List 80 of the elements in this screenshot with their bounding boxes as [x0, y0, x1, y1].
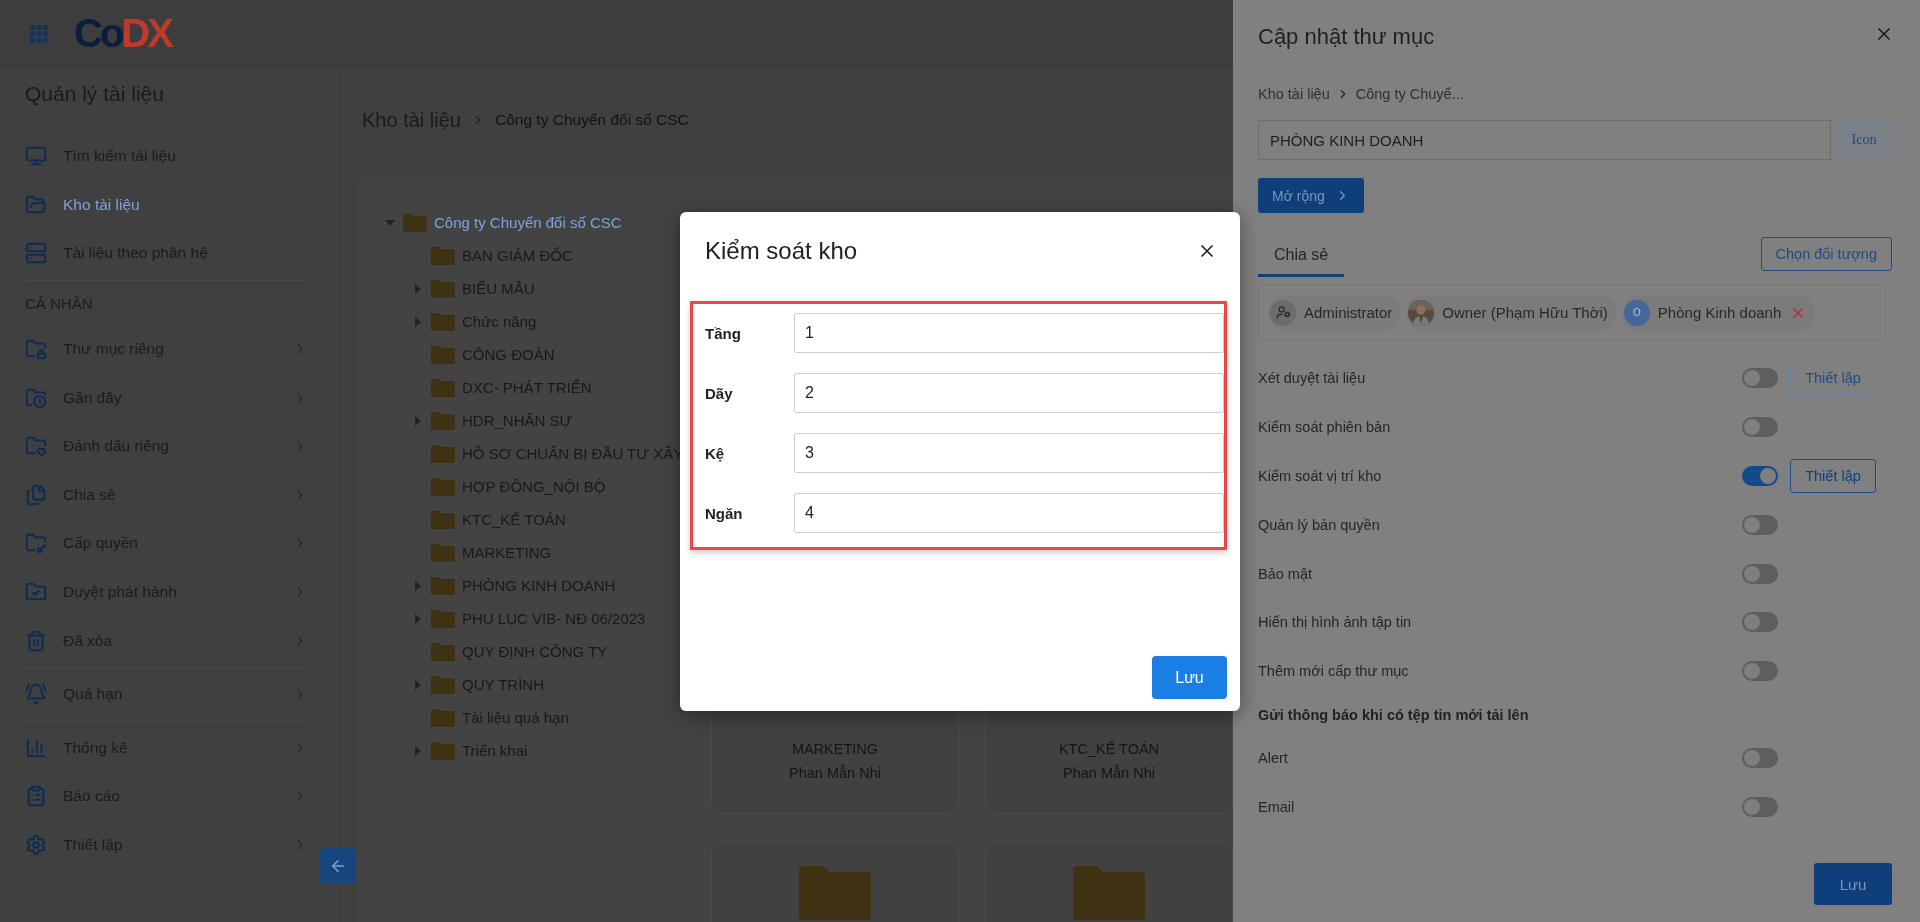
save-button[interactable]: Lưu: [1152, 656, 1227, 699]
collapse-button[interactable]: [320, 848, 356, 884]
toggle-switch[interactable]: [1742, 796, 1778, 817]
share-chip: Owner (Phạm Hữu Thời): [1406, 294, 1616, 331]
field-label: Ngăn: [705, 504, 744, 522]
expand-button[interactable]: Mở rộng: [1258, 178, 1364, 213]
toggle-switch[interactable]: [1742, 563, 1778, 584]
input-field[interactable]: 4: [794, 493, 1224, 533]
field-label: Tầng: [705, 324, 742, 342]
folder-icon: [1073, 866, 1145, 920]
folder-clock-icon: [25, 386, 47, 409]
toggle-switch[interactable]: [1742, 661, 1778, 682]
folder-icon: [431, 741, 455, 760]
bar-chart-icon: [25, 736, 47, 759]
breadcrumb-link[interactable]: Kho tài liệu: [1258, 86, 1330, 102]
server-icon: [25, 242, 47, 265]
bell-icon: [25, 683, 47, 706]
tree-node[interactable]: Công ty Chuyển đổi số CSC: [384, 206, 703, 239]
folder-heart-icon: [25, 435, 47, 458]
folder-icon: [431, 576, 455, 595]
trash-icon: [25, 629, 47, 652]
folder-icon: [431, 543, 455, 562]
folder-icon: [403, 213, 427, 232]
toggle-switch[interactable]: [1742, 466, 1778, 486]
settings-icon: [25, 834, 47, 856]
setting-label: Hiển thị hình ảnh tập tin: [1258, 614, 1413, 631]
input-field[interactable]: 3: [794, 433, 1224, 473]
setting-label: Kiểm soát vị trí kho: [1258, 468, 1383, 484]
tab[interactable]: Chia sẻ: [1258, 240, 1345, 277]
setting-label: Alert: [1258, 749, 1289, 766]
toggle-switch[interactable]: [1742, 747, 1778, 768]
folder-icon: [431, 675, 455, 694]
folder-icon: [431, 246, 455, 265]
toggle-switch[interactable]: [1742, 368, 1778, 389]
icon-button[interactable]: Icon: [1836, 120, 1892, 160]
folder-icon: [431, 510, 455, 529]
clipboard-icon: [25, 785, 47, 808]
toggle-switch[interactable]: [1742, 417, 1778, 438]
setting-label: Email: [1258, 798, 1296, 815]
folder-name-field[interactable]: PHÒNG KINH DOANH: [1258, 120, 1831, 160]
choose-button[interactable]: Chọn đối tượng: [1760, 237, 1892, 271]
field-label: Kệ: [705, 444, 726, 462]
setting-label: Xét duyệt tài liệu: [1258, 370, 1367, 387]
share-chip: Administrator: [1268, 294, 1401, 331]
folder-lock-icon: [25, 338, 47, 361]
setting-label: Quản lý bản quyền: [1258, 516, 1381, 533]
folder-icon: [431, 477, 455, 496]
user-gear-icon: [1270, 299, 1296, 326]
breadcrumb-current: Công ty Chuyể...: [1355, 86, 1464, 102]
folder-icon: [431, 279, 455, 298]
folder-icon: [431, 378, 455, 397]
setting-label: Thêm mới cấp thư mục: [1258, 663, 1410, 680]
folder-icon: [799, 866, 871, 920]
folder-icon: [431, 642, 455, 661]
monitor-icon: [25, 145, 47, 168]
section-heading: Gửi thông báo khi có tệp tin mới tải lên: [1258, 705, 1530, 725]
folder-icon: [431, 345, 455, 364]
input-field[interactable]: 2: [794, 373, 1224, 413]
field-label: Dãy: [705, 384, 734, 402]
apps-grid-icon[interactable]: [30, 24, 48, 43]
setting-label: Bảo mật: [1258, 565, 1313, 582]
panel-title: Cập nhật thư mục: [1258, 24, 1435, 51]
sidebar-item[interactable]: Kho tài liệu: [25, 180, 308, 230]
files-icon: [25, 483, 47, 506]
input-field[interactable]: 1: [794, 313, 1224, 353]
share-chip: O Phòng Kinh doanh: [1621, 294, 1816, 331]
toggle-switch[interactable]: [1742, 514, 1778, 535]
folder-key-icon: [25, 532, 47, 555]
folder-icon: [25, 193, 47, 216]
folder-icon: [431, 708, 455, 727]
dialog-title: Kiểm soát kho: [705, 237, 858, 265]
setting-label: Kiểm soát phiên bản: [1258, 419, 1392, 436]
avatar-initial: O: [1623, 299, 1650, 326]
save-button[interactable]: Lưu: [1814, 863, 1892, 905]
toggle-switch[interactable]: [1742, 612, 1778, 633]
folder-icon: [431, 609, 455, 628]
folder-icon: [431, 312, 455, 331]
folder-icon: [431, 444, 455, 463]
setup-button[interactable]: Thiết lập: [1790, 459, 1876, 493]
folder-icon: [431, 411, 455, 430]
